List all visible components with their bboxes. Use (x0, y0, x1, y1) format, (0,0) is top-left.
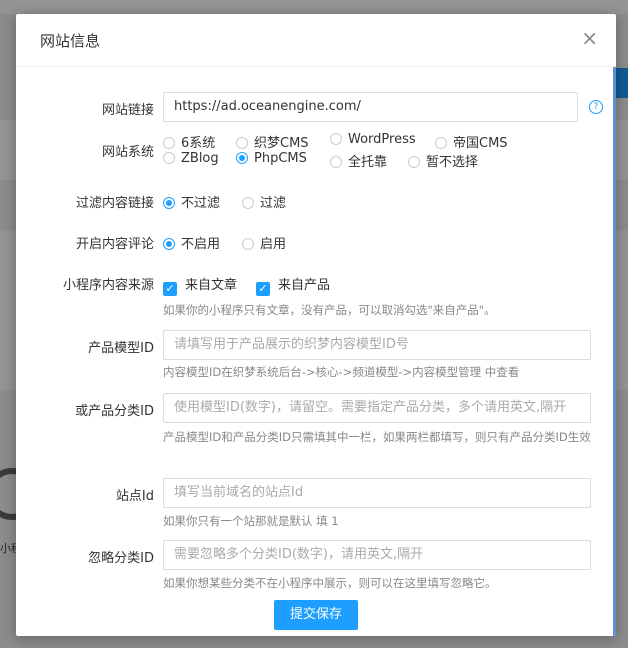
comments-option-off[interactable]: 不启用 (163, 233, 220, 252)
ignore-category-hint: 如果你想某些分类不在小程序中展示，则可以在这里填写忽略它。 (163, 576, 497, 590)
product-model-hint: 内容模型ID在织梦系统后台->核心->频道模型->内容模型管理 中查看 (163, 365, 520, 379)
ignore-category-label: 忽略分类ID (88, 551, 154, 566)
site-id-hint: 如果你只有一个站那就是默认 填 1 (163, 514, 339, 528)
radio-icon (330, 156, 342, 168)
product-category-label: 或产品分类ID (75, 404, 154, 419)
product-model-label: 产品模型ID (88, 341, 154, 356)
dialog-header: 网站信息 × (16, 14, 616, 67)
product-model-input[interactable]: 请填写用于产品展示的织梦内容模型ID号 (163, 330, 591, 360)
question-circle-icon[interactable]: ? (589, 100, 603, 114)
site-system-label: 网站系统 (101, 145, 154, 160)
site-id-input[interactable]: 填写当前域名的站点Id (163, 478, 591, 508)
system-option-phpcms[interactable]: PhpCMS (236, 151, 307, 166)
radio-selected-icon (163, 238, 175, 250)
system-option-wordpress[interactable]: WordPress (330, 132, 416, 147)
radio-selected-icon (236, 152, 248, 164)
radio-icon (435, 137, 447, 149)
ignore-category-input[interactable]: 需要忽略多个分类ID(数字)，请用英文,隔开 (163, 540, 591, 570)
site-id-label: 站点Id (115, 489, 154, 504)
checkbox-checked-icon: ✓ (256, 282, 270, 296)
radio-icon (236, 137, 248, 149)
close-icon[interactable]: × (581, 26, 598, 50)
source-checkbox-articles[interactable]: ✓ 来自文章 (163, 274, 237, 296)
comments-option-on[interactable]: 启用 (242, 233, 286, 252)
scrollbar[interactable] (613, 67, 616, 636)
system-option-6[interactable]: 6系统 (163, 132, 215, 151)
radio-icon (330, 133, 342, 145)
radio-icon (242, 238, 254, 250)
radio-selected-icon (163, 197, 175, 209)
system-option-hosted[interactable]: 全托靠 (330, 151, 387, 170)
system-option-zblog[interactable]: ZBlog (163, 151, 219, 166)
system-option-none[interactable]: 暂不选择 (408, 151, 478, 170)
checkbox-checked-icon: ✓ (163, 282, 177, 296)
submit-save-button[interactable]: 提交保存 (274, 600, 358, 630)
radio-icon (163, 137, 175, 149)
dialog-title: 网站信息 (40, 32, 101, 50)
comments-label: 开启内容评论 (75, 237, 154, 252)
radio-icon (163, 152, 175, 164)
content-source-label: 小程序内容来源 (62, 278, 154, 293)
site-url-input[interactable]: https://ad.oceanengine.com/ (163, 92, 578, 122)
filter-links-label: 过滤内容链接 (75, 196, 154, 211)
site-url-label: 网站链接 (101, 103, 154, 118)
radio-icon (408, 156, 420, 168)
content-source-hint: 如果你的小程序只有文章，没有产品，可以取消勾选"来自产品"。 (163, 303, 496, 317)
product-category-hint: 产品模型ID和产品分类ID只需填其中一栏，如果两栏都填写，则只有产品分类ID生效 (163, 430, 591, 444)
site-info-dialog: 网站信息 × 网站链接 https://ad.oceanengine.com/ … (16, 14, 616, 636)
source-checkbox-products[interactable]: ✓ 来自产品 (256, 274, 330, 296)
system-option-dedecms[interactable]: 织梦CMS (236, 132, 309, 151)
product-category-input[interactable]: 使用模型ID(数字)，请留空。需要指定产品分类，多个请用英文,隔开 (163, 393, 591, 423)
filter-option-off[interactable]: 不过滤 (163, 192, 220, 211)
system-option-empirecms[interactable]: 帝国CMS (435, 132, 508, 151)
filter-option-on[interactable]: 过滤 (242, 192, 286, 211)
radio-icon (242, 197, 254, 209)
